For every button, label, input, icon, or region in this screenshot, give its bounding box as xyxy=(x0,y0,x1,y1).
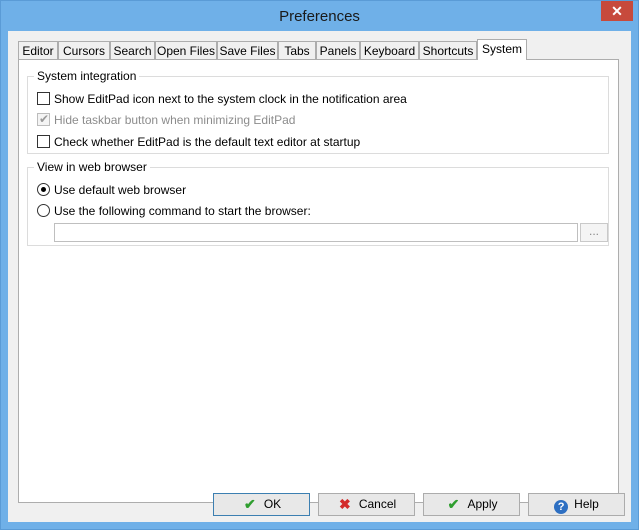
default-editor-checkbox[interactable] xyxy=(37,135,50,148)
hide-taskbar-checkbox: ✔ xyxy=(37,112,50,126)
tab-tabs[interactable]: Tabs xyxy=(278,41,316,59)
dialog-footer: ✔ OK ✖ Cancel ✔ Apply ? Help xyxy=(8,493,631,522)
cancel-label: Cancel xyxy=(358,497,397,511)
help-button[interactable]: ? Help xyxy=(528,493,625,516)
tab-editor[interactable]: Editor xyxy=(18,41,58,59)
help-icon: ? xyxy=(554,500,569,514)
preferences-window: Preferences ✕ Editor Cursors Search Open… xyxy=(0,0,639,530)
custom-command-radio[interactable] xyxy=(37,204,50,217)
default-editor-option[interactable]: Check whether EditPad is the default tex… xyxy=(37,134,360,150)
browser-command-input[interactable] xyxy=(54,223,578,242)
ok-button[interactable]: ✔ OK xyxy=(213,493,310,516)
web-browser-title: View in web browser xyxy=(34,160,150,174)
radio-selected-dot xyxy=(41,187,46,192)
hide-taskbar-label: Hide taskbar button when minimizing Edit… xyxy=(54,113,296,127)
system-integration-title: System integration xyxy=(34,69,140,83)
custom-command-label: Use the following command to start the b… xyxy=(54,204,311,218)
hide-taskbar-option: ✔ Hide taskbar button when minimizing Edi… xyxy=(37,112,295,128)
cancel-button[interactable]: ✖ Cancel xyxy=(318,493,415,516)
system-tab-page: System integration Show EditPad icon nex… xyxy=(18,59,619,503)
apply-label: Apply xyxy=(467,497,498,511)
notification-icon-label: Show EditPad icon next to the system clo… xyxy=(54,92,407,106)
tab-search[interactable]: Search xyxy=(110,41,155,59)
browse-button[interactable]: ... xyxy=(580,223,608,242)
default-browser-label: Use default web browser xyxy=(54,183,187,197)
tab-open-files[interactable]: Open Files xyxy=(155,41,217,59)
tab-keyboard[interactable]: Keyboard xyxy=(360,41,419,59)
default-browser-radio[interactable] xyxy=(37,183,50,196)
custom-command-option[interactable]: Use the following command to start the b… xyxy=(37,203,311,219)
ok-label: OK xyxy=(263,497,282,511)
help-label: Help xyxy=(574,497,599,511)
default-editor-label: Check whether EditPad is the default tex… xyxy=(54,135,361,149)
cross-icon: ✖ xyxy=(338,496,351,512)
checkmark-icon: ✔ xyxy=(447,496,460,512)
checkmark-icon: ✔ xyxy=(39,112,50,126)
tab-shortcuts[interactable]: Shortcuts xyxy=(419,41,477,59)
tab-panels[interactable]: Panels xyxy=(316,41,360,59)
close-icon: ✕ xyxy=(611,3,623,19)
close-button[interactable]: ✕ xyxy=(601,1,633,21)
tab-cursors[interactable]: Cursors xyxy=(58,41,110,59)
title-bar[interactable]: Preferences ✕ xyxy=(1,1,638,31)
system-integration-group: System integration Show EditPad icon nex… xyxy=(27,69,609,154)
web-browser-group: View in web browser Use default web brow… xyxy=(27,160,609,246)
apply-button[interactable]: ✔ Apply xyxy=(423,493,520,516)
tab-save-files[interactable]: Save Files xyxy=(217,41,278,59)
notification-icon-option[interactable]: Show EditPad icon next to the system clo… xyxy=(37,91,407,107)
checkmark-icon: ✔ xyxy=(243,496,256,512)
window-title: Preferences xyxy=(279,8,360,25)
default-browser-option[interactable]: Use default web browser xyxy=(37,182,186,198)
tab-system[interactable]: System xyxy=(477,39,527,60)
notification-icon-checkbox[interactable] xyxy=(37,92,50,105)
dialog-client-area: Editor Cursors Search Open Files Save Fi… xyxy=(8,31,631,522)
